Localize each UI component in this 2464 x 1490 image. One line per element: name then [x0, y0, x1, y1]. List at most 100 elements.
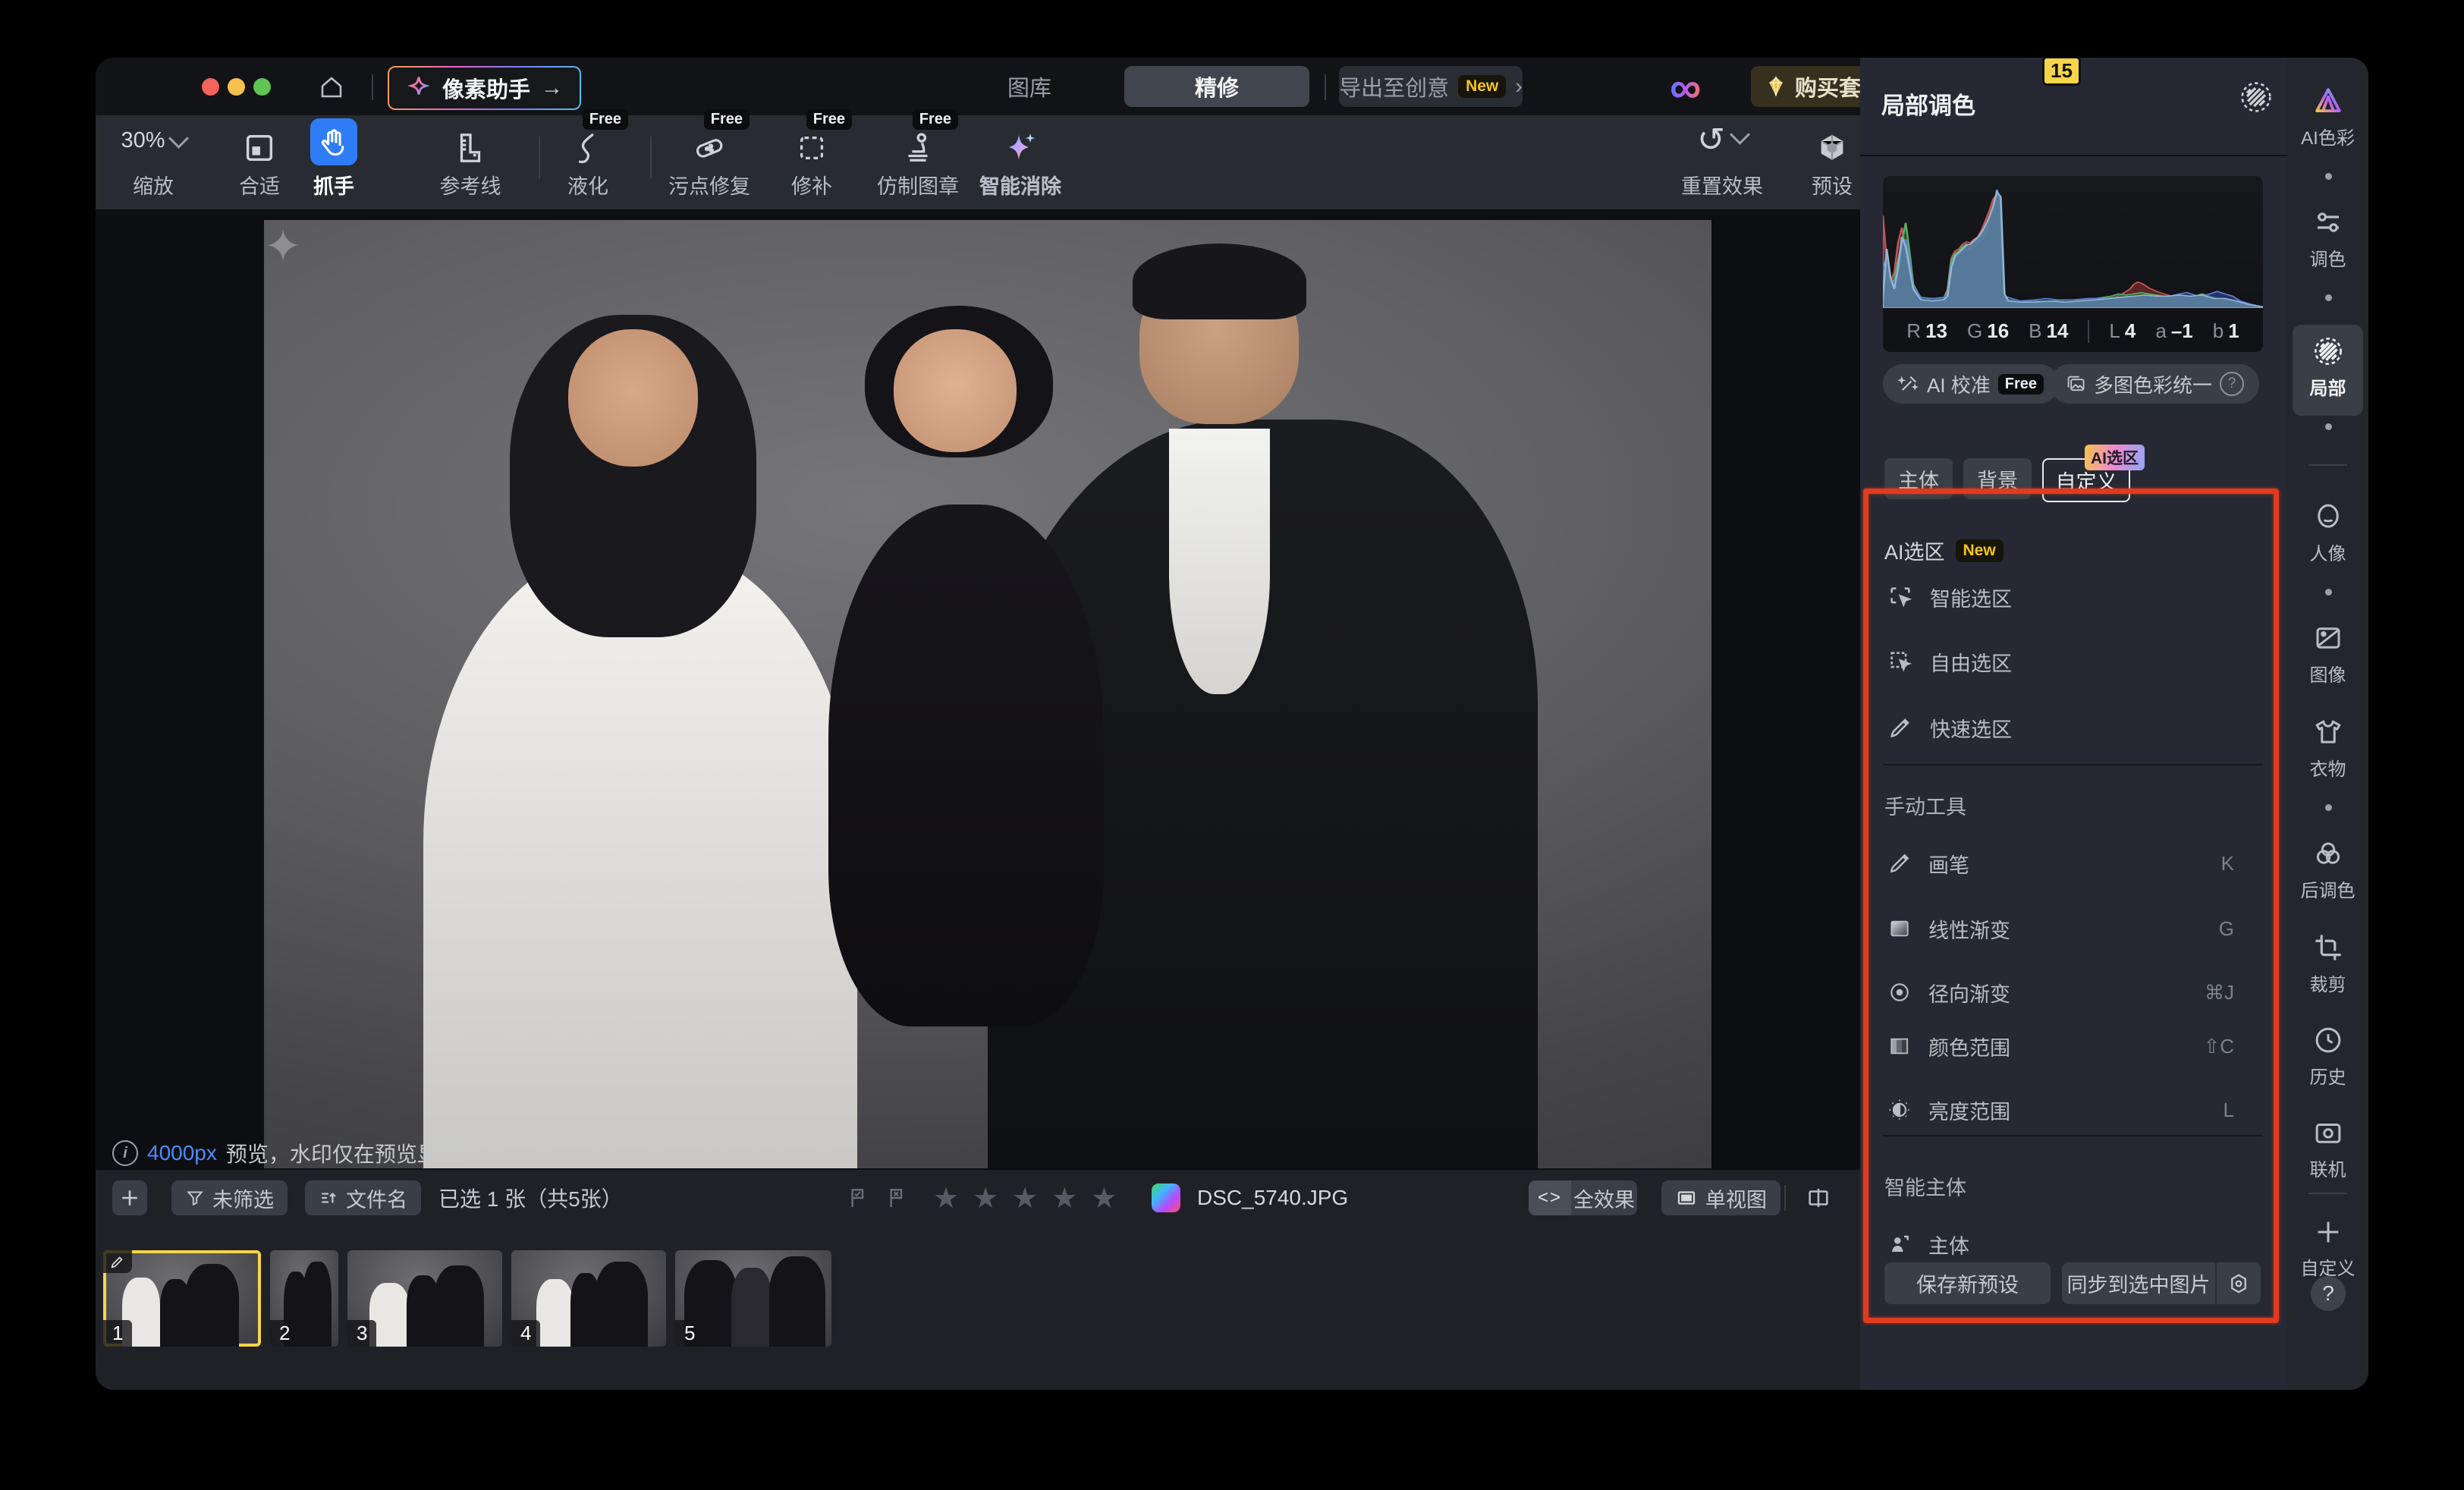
liquify-tool[interactable]: Free 液化	[531, 115, 645, 209]
guides-label: 参考线	[440, 170, 501, 200]
sidebar-item-ai-color[interactable]: AI色彩	[2287, 85, 2368, 149]
sidebar-item-history[interactable]: 历史	[2287, 1024, 2368, 1089]
sidebar-item-label: 衣物	[2310, 754, 2346, 781]
single-view-label: 单视图	[1705, 1184, 1767, 1213]
tshirt-icon	[2312, 716, 2344, 748]
radial-gradient-item[interactable]: 径向渐变 ⌘J	[1860, 970, 2287, 1015]
sidebar-item-custom-add[interactable]: 自定义	[2287, 1217, 2368, 1280]
thumbnail-5[interactable]: 5	[675, 1250, 831, 1347]
filter-label: 未筛选	[212, 1184, 274, 1213]
sidebar-item-crop[interactable]: 裁剪	[2287, 932, 2368, 996]
save-new-preset-button[interactable]: 保存新预设	[1884, 1262, 2051, 1304]
pixel-assistant-button[interactable]: 像素助手 →	[388, 66, 581, 110]
window-zoom-button[interactable]	[253, 78, 271, 96]
luminance-range-item[interactable]: 亮度范围 L	[1860, 1087, 2287, 1133]
hand-tool[interactable]: 抓手	[277, 115, 391, 209]
app-window: 像素助手 → 图库 精修 导出至创意 New › ∞ 购买套餐 15	[96, 58, 2368, 1390]
star-icon[interactable]: ★	[973, 1181, 998, 1215]
shortcut-key: L	[2224, 1099, 2234, 1122]
filter-button[interactable]: 未筛选	[171, 1180, 288, 1215]
ruler-icon	[453, 130, 488, 165]
selection-count: 已选 1 张（共5张）	[438, 1180, 623, 1215]
help-circle-icon[interactable]: ?	[2220, 372, 2244, 396]
window-minimize-button[interactable]	[228, 78, 245, 96]
canvas-area[interactable]: i 4000px 预览，水印仅在预览显示	[96, 209, 1860, 1170]
guides-tool[interactable]: 参考线	[413, 115, 527, 209]
compare-code-icon[interactable]: <>	[1529, 1180, 1571, 1215]
thumbnail-3[interactable]: 3	[347, 1250, 502, 1347]
thumbnail-4[interactable]: 4	[511, 1250, 666, 1347]
screen: 像素助手 → 图库 精修 导出至创意 New › ∞ 购买套餐 15	[0, 0, 2464, 1490]
tab-gallery[interactable]: 图库	[965, 66, 1094, 107]
tab-retouch[interactable]: 精修	[1124, 66, 1309, 107]
funnel-icon	[185, 1188, 205, 1208]
radial-gradient-icon	[1887, 980, 1912, 1004]
sidebar-item-color-grading[interactable]: 调色	[2287, 206, 2368, 271]
sidebar-item-label: 后调色	[2301, 875, 2356, 902]
chevron-down-icon	[168, 128, 189, 149]
tab-subject[interactable]: 主体	[1884, 458, 1953, 499]
multi-image-color-sync-button[interactable]: 多图色彩统一 ?	[2050, 364, 2259, 404]
star-rating[interactable]: ★ ★ ★ ★ ★	[933, 1180, 1117, 1215]
shortcut-key: ⌘J	[2205, 981, 2234, 1004]
sync-settings-button[interactable]	[2217, 1262, 2261, 1304]
sort-icon	[319, 1188, 338, 1208]
sync-label: 同步到选中图片	[2067, 1268, 2211, 1298]
help-button[interactable]: ?	[2311, 1276, 2346, 1311]
home-button[interactable]	[314, 70, 349, 105]
star-icon[interactable]: ★	[1012, 1181, 1038, 1215]
add-photos-button[interactable]	[112, 1180, 147, 1215]
sort-label: 文件名	[346, 1184, 407, 1213]
ai-selection-badge: AI选区	[2085, 445, 2145, 470]
subject-item[interactable]: 主体	[1860, 1221, 2287, 1267]
color-range-item[interactable]: 颜色范围 ⇧C	[1860, 1023, 2287, 1069]
sync-to-selected-button[interactable]: 同步到选中图片	[2062, 1262, 2217, 1304]
sidebar-item-tethering[interactable]: 联机	[2287, 1117, 2368, 1181]
brush-tool-item[interactable]: 画笔 K	[1860, 841, 2287, 886]
smart-selection-item[interactable]: 智能选区	[1860, 574, 2287, 620]
ai-calibrate-button[interactable]: AI 校准 Free	[1883, 364, 2059, 404]
star-icon[interactable]: ★	[1091, 1181, 1117, 1215]
star-icon[interactable]: ★	[1051, 1181, 1077, 1215]
sidebar-item-clothing[interactable]: 衣物	[2287, 716, 2368, 781]
modified-dot	[2325, 294, 2332, 301]
export-to-creative-button[interactable]: 导出至创意 New ›	[1339, 66, 1523, 107]
spot-heal-icon	[692, 130, 727, 165]
free-selection-item[interactable]: 自由选区	[1860, 639, 2287, 684]
sort-button[interactable]: 文件名	[305, 1180, 421, 1215]
quick-selection-item[interactable]: 快速选区	[1860, 705, 2287, 750]
window-close-button[interactable]	[202, 78, 219, 96]
overlay-toggle-button[interactable]	[2239, 80, 2273, 114]
thumbnail-2[interactable]: 2	[270, 1250, 338, 1347]
color-range-label: 颜色范围	[1928, 1032, 2010, 1061]
split-view-button[interactable]	[1801, 1180, 1836, 1215]
smart-selection-icon	[1887, 584, 1913, 610]
separator	[372, 74, 373, 100]
photo-preview[interactable]	[264, 220, 1711, 1168]
sidebar-item-post-grading[interactable]: 后调色	[2287, 838, 2368, 902]
quick-selection-icon	[1887, 715, 1913, 740]
sidebar-item-image[interactable]: 图像	[2287, 622, 2368, 687]
zoom-tool[interactable]: 30% 缩放	[96, 115, 210, 209]
sidebar-item-portrait[interactable]: 人像	[2287, 501, 2368, 565]
thumbnail-1[interactable]: 1	[103, 1250, 261, 1347]
modified-dot	[2325, 173, 2332, 180]
linear-gradient-item[interactable]: 线性渐变 G	[1860, 906, 2287, 951]
sidebar-item-local[interactable]: 局部	[2287, 335, 2368, 400]
single-view-button[interactable]: 单视图	[1661, 1180, 1780, 1215]
effects-toggle-group[interactable]: <> 全效果	[1529, 1180, 1637, 1215]
tab-background[interactable]: 背景	[1963, 458, 2032, 499]
flag-reject-button[interactable]	[882, 1180, 915, 1215]
preview-size-link[interactable]: 4000px	[147, 1141, 217, 1165]
color-label[interactable]	[1152, 1180, 1180, 1215]
hand-icon	[317, 126, 350, 159]
liquify-icon	[570, 130, 605, 165]
smart-subject-label: 智能主体	[1884, 1171, 1966, 1201]
patch-tool[interactable]: Free 修补	[755, 115, 869, 209]
flag-pick-button[interactable]	[843, 1180, 876, 1215]
star-icon[interactable]: ★	[933, 1181, 959, 1215]
smart-erase-tool[interactable]: 智能消除	[956, 115, 1085, 209]
hatched-circle-icon	[2239, 80, 2273, 114]
free-badge: Free	[583, 109, 628, 130]
reset-effects-tool[interactable]: ↺ 重置效果	[1665, 115, 1779, 209]
